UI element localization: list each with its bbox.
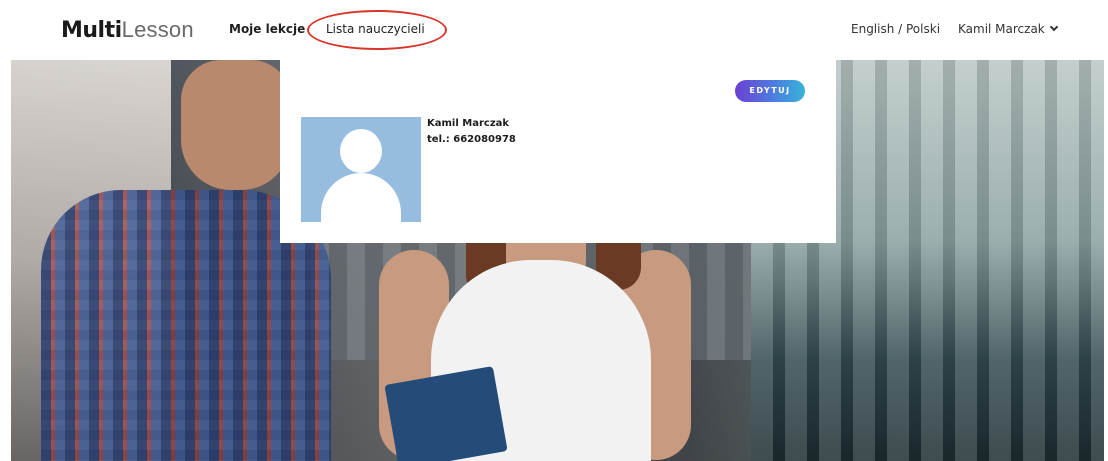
nav-link-lista-nauczycieli[interactable]: Lista nauczycieli: [326, 22, 425, 36]
avatar-body-shape: [321, 173, 401, 222]
chevron-down-icon: [1049, 22, 1059, 32]
user-menu[interactable]: Kamil Marczak: [958, 22, 1059, 36]
language-switcher[interactable]: English / Polski: [851, 22, 940, 36]
multilesson-logo[interactable]: MultiLesson: [61, 17, 194, 44]
profile-card: EDYTUJ Kamil Marczak tel.: 662080978: [280, 60, 836, 243]
logo-bold-text: Multi: [61, 18, 122, 43]
user-silhouette-icon: [301, 117, 421, 222]
avatar-head-shape: [340, 129, 382, 173]
logo-light-text: Lesson: [121, 17, 194, 42]
edit-button[interactable]: EDYTUJ: [735, 80, 805, 102]
nav-link-moje-lekcje[interactable]: Moje lekcje: [229, 22, 305, 36]
profile-name: Kamil Marczak: [427, 118, 510, 129]
profile-phone: tel.: 662080978: [427, 134, 516, 145]
user-name: Kamil Marczak: [958, 22, 1045, 36]
photo-man-head: [181, 60, 291, 190]
top-navigation-bar: MultiLesson Moje lekcje Lista nauczyciel…: [0, 0, 1108, 60]
